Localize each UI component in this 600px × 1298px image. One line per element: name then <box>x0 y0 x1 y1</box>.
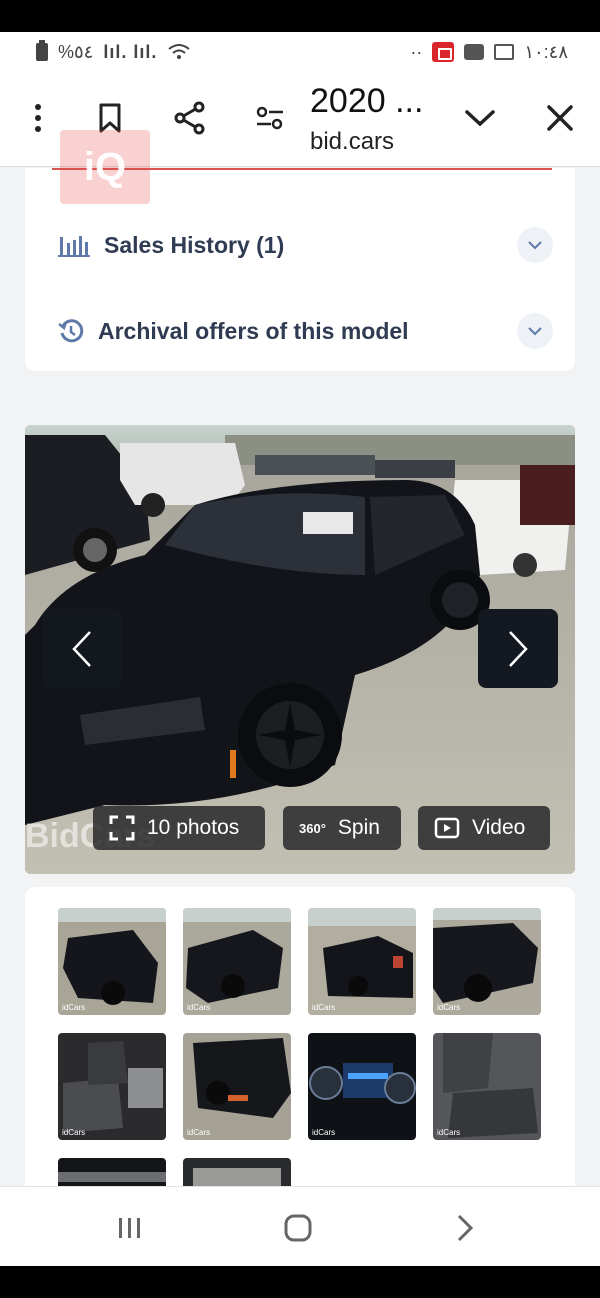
thumbnail-watermark: idCars <box>312 1003 335 1012</box>
previous-photo-button[interactable] <box>42 609 122 688</box>
chevron-left-icon <box>72 630 91 667</box>
chevron-down-icon[interactable] <box>517 313 553 349</box>
chevron-down-icon[interactable] <box>462 100 498 136</box>
video-button[interactable]: Video <box>418 806 550 850</box>
thumbnail-watermark: idCars <box>437 1128 460 1137</box>
spin-label: Spin <box>337 816 380 839</box>
thumbnail[interactable]: idCars <box>183 908 291 1015</box>
thumbnail[interactable]: idCars <box>308 908 416 1015</box>
close-icon[interactable] <box>542 100 578 136</box>
page-domain[interactable]: bid.cars <box>310 128 394 156</box>
chevron-down-icon[interactable] <box>517 227 553 263</box>
page-title[interactable]: 2020 ... <box>310 82 423 121</box>
bar-chart-icon <box>58 236 90 257</box>
archival-offers-label: Archival offers of this model <box>98 317 409 344</box>
thumbnail[interactable]: idCars <box>183 1033 291 1140</box>
video-icon <box>434 817 460 839</box>
thumbnail[interactable]: idCars <box>58 1033 166 1140</box>
thumbnail-watermark: idCars <box>437 1003 460 1012</box>
home-icon[interactable] <box>278 1213 318 1243</box>
sales-history-row[interactable]: Sales History (1) <box>58 225 553 265</box>
signal-icon: lıl. lıl. <box>103 41 158 62</box>
battery-icon <box>36 40 48 61</box>
share-icon[interactable] <box>172 100 208 136</box>
thumbnail[interactable]: idCars <box>58 908 166 1015</box>
status-bar: %٥٤ lıl. lıl. ·· ١٠:٤٨ <box>0 32 600 72</box>
overlay-logo: iQ <box>60 130 150 204</box>
more-menu-icon[interactable] <box>20 100 56 136</box>
thumbnail[interactable]: idCars <box>433 1033 541 1140</box>
history-icon <box>58 319 84 343</box>
recent-apps-icon[interactable] <box>110 1213 150 1243</box>
phone-screen: %٥٤ lıl. lıl. ·· ١٠:٤٨ 2020 ... bid.cars… <box>0 32 600 1266</box>
clock: ١٠:٤٨ <box>524 41 568 62</box>
thumbnail-watermark: idCars <box>187 1003 210 1012</box>
archival-offers-row[interactable]: Archival offers of this model <box>58 311 553 351</box>
video-label: Video <box>472 816 526 839</box>
chevron-right-icon <box>509 630 528 667</box>
spin-360-icon: 360° <box>299 820 326 836</box>
wifi-icon <box>168 44 190 59</box>
spin-button[interactable]: 360° Spin <box>283 806 401 850</box>
thumbnail[interactable]: idCars <box>308 1033 416 1140</box>
system-navigation-bar <box>0 1186 600 1266</box>
main-photo[interactable]: BidCars 10 photos 360° Spin Video <box>25 425 575 874</box>
next-photo-button[interactable] <box>478 609 558 688</box>
settings-sliders-icon[interactable] <box>252 100 288 136</box>
photos-count-label: 10 photos <box>147 816 240 839</box>
back-icon[interactable] <box>445 1213 485 1243</box>
thumbnail-watermark: idCars <box>312 1128 335 1137</box>
message-icon <box>464 44 485 60</box>
gallery-icon <box>494 44 515 60</box>
status-dots: ·· <box>410 41 423 62</box>
thumbnail-watermark: idCars <box>187 1128 210 1137</box>
fullscreen-icon <box>109 815 135 841</box>
thumbnail-watermark: idCars <box>62 1003 85 1012</box>
thumbnail-watermark: idCars <box>62 1128 85 1137</box>
battery-level: %٥٤ <box>58 41 94 62</box>
sales-history-label: Sales History (1) <box>104 231 285 258</box>
screen-record-icon <box>432 42 455 62</box>
thumbnail[interactable]: idCars <box>433 908 541 1015</box>
photos-count-button[interactable]: 10 photos <box>93 806 265 850</box>
